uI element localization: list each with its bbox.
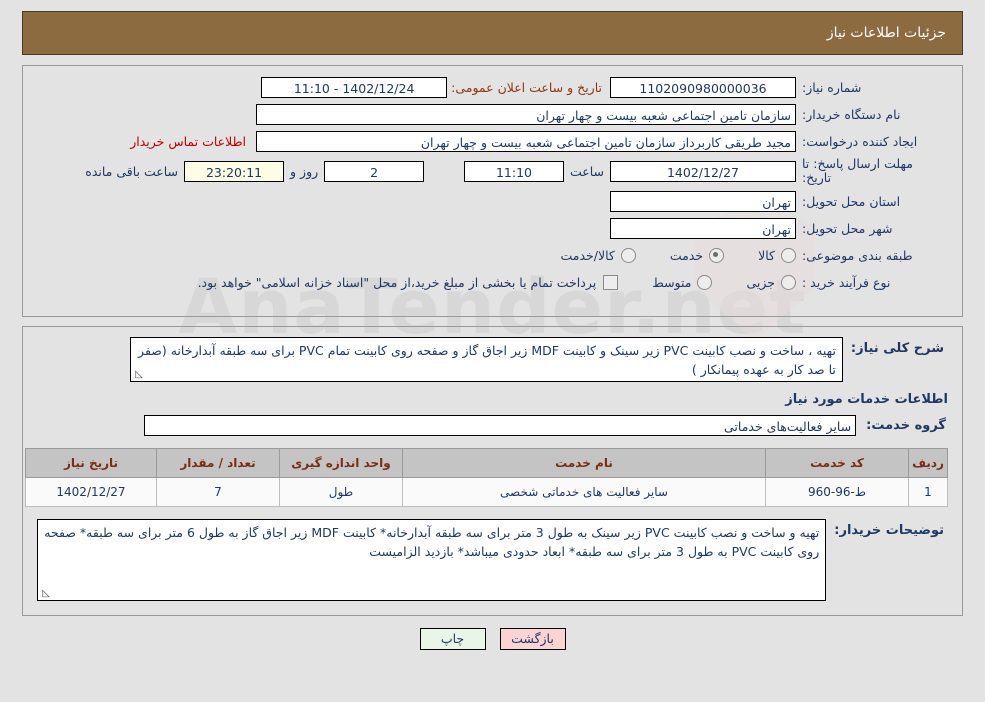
buyer-notes-row: توضیحات خریدار: تهیه و ساخت و نصب کابینت… xyxy=(37,519,948,601)
delivery-province-row: استان محل تحویل: تهران xyxy=(37,190,948,212)
buyer-org-label: نام دستگاه خریدار: xyxy=(802,106,901,122)
services-table-head: ردیف کد خدمت نام خدمت واحد اندازه گیری ت… xyxy=(25,448,948,478)
services-table: ردیف کد خدمت نام خدمت واحد اندازه گیری ت… xyxy=(25,448,948,507)
purchase-process-row: نوع فرآیند خرید : جزیی متوسط پرداخت تمام… xyxy=(37,271,948,293)
subject-category-label: طبقه بندی موضوعی: xyxy=(802,247,913,263)
process-option-medium-label: متوسط xyxy=(652,274,692,290)
need-summary-textarea[interactable]: تهیه ، ساخت و نصب کابینت PVC زیر سینک و … xyxy=(129,337,843,382)
need-details-panel: شرح کلی نیاز: تهیه ، ساخت و نصب کابینت P… xyxy=(22,326,963,616)
buyer-contact-link[interactable]: اطلاعات تماس خریدار xyxy=(120,134,256,149)
cell-need-date: 1402/12/27 xyxy=(25,477,157,507)
category-option-goods-service[interactable]: کالا/خدمت xyxy=(560,247,636,263)
need-summary-text: تهیه ، ساخت و نصب کابینت PVC زیر سینک و … xyxy=(138,343,836,377)
buyer-org-value: سازمان تامین اجتماعی شعبه بیست و چهار ته… xyxy=(256,103,796,125)
cell-unit: طول xyxy=(279,477,403,507)
remaining-days-value: 2 xyxy=(324,160,425,182)
need-summary-row: شرح کلی نیاز: تهیه ، ساخت و نصب کابینت P… xyxy=(37,337,948,382)
col-header-service-name: نام خدمت xyxy=(402,448,766,478)
purchase-process-label: نوع فرآیند خرید : xyxy=(802,274,891,290)
request-creator-row: ایجاد کننده درخواست: مجید طریقی کاربرداز… xyxy=(37,130,948,152)
need-number-row: شماره نیاز: 1102090980000036 تاریخ و ساع… xyxy=(37,76,948,98)
need-number-value: 1102090980000036 xyxy=(610,76,796,98)
deadline-spacer xyxy=(424,164,464,179)
response-deadline-label-line1: مهلت ارسال پاسخ: تا xyxy=(802,156,913,171)
radio-circle-goods[interactable] xyxy=(781,247,796,263)
col-header-service-code: کد خدمت xyxy=(765,448,909,478)
deadline-date-value: 1402/12/27 xyxy=(610,160,796,182)
request-creator-label: ایجاد کننده درخواست: xyxy=(802,133,918,149)
buyer-notes-text: تهیه و ساخت و نصب کابینت PVC زیر سینک به… xyxy=(44,525,820,559)
page-header-bar: جزئیات اطلاعات نیاز xyxy=(22,11,963,55)
radio-circle-medium[interactable] xyxy=(697,274,713,290)
deadline-hour-label: ساعت xyxy=(569,163,604,179)
delivery-province-value: تهران xyxy=(610,190,796,212)
cell-service-name: سایر فعالیت های خدماتی شخصی xyxy=(402,477,766,507)
purchase-process-radio-group: جزیی متوسط xyxy=(618,274,796,290)
need-info-panel: شماره نیاز: 1102090980000036 تاریخ و ساع… xyxy=(22,65,963,317)
back-button[interactable]: بازگشت xyxy=(499,628,566,650)
need-number-label: شماره نیاز: xyxy=(802,79,862,95)
announce-datetime-value: 1402/12/24 - 11:10 xyxy=(261,76,448,98)
category-option-goods-service-label: کالا/خدمت xyxy=(560,247,615,263)
process-option-medium[interactable]: متوسط xyxy=(652,274,713,290)
category-option-goods-label: کالا xyxy=(758,247,775,263)
service-group-row: گروه خدمت: سایر فعالیت‌های خدماتی xyxy=(37,415,948,436)
col-header-quantity: تعداد / مقدار xyxy=(156,448,280,478)
remaining-hours-label: ساعت باقی مانده xyxy=(85,163,179,179)
response-deadline-row: مهلت ارسال پاسخ: تا تاریخ: 1402/12/27 سا… xyxy=(37,157,948,185)
table-row: 1 ط-96-960 سایر فعالیت های خدماتی شخصی ط… xyxy=(25,477,948,507)
services-section-heading: اطلاعات خدمات مورد نیاز xyxy=(785,392,948,407)
service-group-value: سایر فعالیت‌های خدماتی xyxy=(144,415,857,436)
radio-circle-service[interactable] xyxy=(709,247,725,263)
services-table-header-row: ردیف کد خدمت نام خدمت واحد اندازه گیری ت… xyxy=(25,448,948,478)
delivery-city-label: شهر محل تحویل: xyxy=(802,220,893,236)
remaining-days-label: روز و xyxy=(290,163,319,179)
process-option-minor[interactable]: جزیی xyxy=(746,274,796,290)
request-creator-value: مجید طریقی کاربرداز سازمان تامین اجتماعی… xyxy=(256,130,796,152)
footer-actions: بازگشت چاپ xyxy=(0,628,985,650)
page-title: جزئیات اطلاعات نیاز xyxy=(826,25,946,41)
process-option-minor-label: جزیی xyxy=(746,274,775,290)
buyer-notes-label: توضیحات خریدار: xyxy=(834,523,944,538)
cell-service-code: ط-96-960 xyxy=(765,477,909,507)
response-deadline-label-line2: تاریخ: xyxy=(802,170,832,185)
resize-grip-icon-notes[interactable]: ◺ xyxy=(40,589,50,599)
col-header-need-date: تاریخ نیاز xyxy=(25,448,157,478)
treasury-bond-checkbox[interactable] xyxy=(603,274,619,290)
subject-category-radio-group: کالا خدمت کالا/خدمت xyxy=(526,247,796,263)
response-deadline-label: مهلت ارسال پاسخ: تا تاریخ: xyxy=(796,157,948,185)
cell-quantity: 7 xyxy=(156,477,280,507)
cell-index: 1 xyxy=(908,477,948,507)
announce-datetime-label: تاریخ و ساعت اعلان عمومی: xyxy=(451,79,602,95)
countdown-timer-value: 23:20:11 xyxy=(184,160,285,182)
need-summary-label: شرح کلی نیاز: xyxy=(850,341,944,356)
service-group-label: گروه خدمت: xyxy=(866,418,946,433)
resize-grip-icon[interactable]: ◺ xyxy=(133,370,143,380)
radio-circle-goods-service[interactable] xyxy=(620,247,636,263)
treasury-bond-note: پرداخت تمام یا بخشی از مبلغ خرید،از محل … xyxy=(197,274,597,290)
deadline-time-value: 11:10 xyxy=(463,160,564,182)
col-header-unit: واحد اندازه گیری xyxy=(279,448,403,478)
page-root: جزئیات اطلاعات نیاز شماره نیاز: 11020909… xyxy=(0,11,985,650)
buyer-org-row: نام دستگاه خریدار: سازمان تامین اجتماعی … xyxy=(37,103,948,125)
category-option-goods[interactable]: کالا xyxy=(758,247,796,263)
radio-circle-minor[interactable] xyxy=(781,274,796,290)
delivery-city-value: تهران xyxy=(610,217,796,239)
delivery-province-label: استان محل تحویل: xyxy=(802,193,901,209)
delivery-city-row: شهر محل تحویل: تهران xyxy=(37,217,948,239)
subject-category-row: طبقه بندی موضوعی: کالا خدمت کالا/خدمت xyxy=(37,244,948,266)
category-option-service[interactable]: خدمت xyxy=(669,247,725,263)
services-table-body: 1 ط-96-960 سایر فعالیت های خدماتی شخصی ط… xyxy=(25,477,948,507)
category-option-service-label: خدمت xyxy=(669,247,704,263)
print-button[interactable]: چاپ xyxy=(419,628,486,650)
col-header-index: ردیف xyxy=(908,448,948,478)
buyer-notes-textarea[interactable]: تهیه و ساخت و نصب کابینت PVC زیر سینک به… xyxy=(37,519,827,601)
